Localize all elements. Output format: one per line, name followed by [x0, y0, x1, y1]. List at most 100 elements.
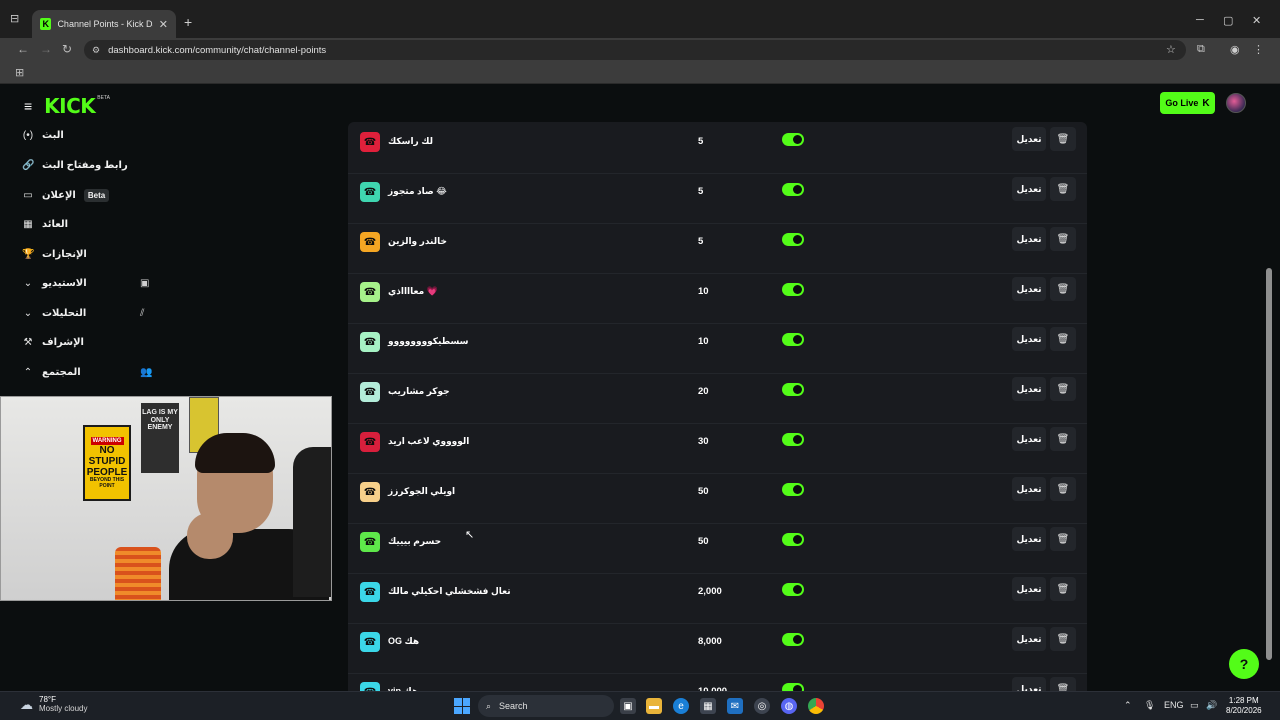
sidebar-item-label: العائد — [42, 218, 69, 230]
reward-enabled-toggle[interactable] — [782, 183, 804, 196]
delete-reward-button[interactable]: 🗑 — [1050, 127, 1076, 151]
kick-logo[interactable]: KICK — [44, 94, 96, 118]
reward-enabled-toggle[interactable] — [782, 483, 804, 496]
taskbar-clock[interactable]: 1:28 PM 8/20/2026 — [1226, 696, 1262, 717]
edge-icon[interactable]: e — [673, 698, 689, 714]
delete-reward-button[interactable]: 🗑 — [1050, 427, 1076, 451]
apps-grid-icon[interactable]: ⊞ — [15, 66, 24, 79]
delete-reward-button[interactable]: 🗑 — [1050, 577, 1076, 601]
hamburger-menu-icon[interactable]: ≡ — [24, 98, 32, 114]
tray-chevron-icon[interactable]: ⌃ — [1124, 700, 1132, 711]
sidebar-item-revenue[interactable]: ▦ العائد — [22, 214, 162, 234]
sidebar-item-ads[interactable]: ▭ الإعلان Beta — [22, 185, 162, 205]
delete-reward-button[interactable]: 🗑 — [1050, 627, 1076, 651]
close-window-button[interactable]: ✕ — [1252, 14, 1261, 27]
microphone-icon[interactable]: 🎙 — [1144, 700, 1155, 711]
reward-enabled-toggle[interactable] — [782, 433, 804, 446]
clock-date: 8/20/2026 — [1226, 706, 1262, 716]
edit-reward-button[interactable]: تعديل — [1012, 127, 1046, 151]
profile-icon[interactable]: ◉ — [1230, 43, 1240, 56]
chevron-up-icon: ⌃ — [23, 366, 33, 378]
reward-enabled-toggle[interactable] — [782, 383, 804, 396]
reward-enabled-toggle[interactable] — [782, 533, 804, 546]
user-avatar[interactable] — [1226, 93, 1246, 113]
file-explorer-icon[interactable]: ▬ — [646, 698, 662, 714]
beta-badge: Beta — [83, 188, 110, 202]
site-info-icon[interactable]: ⚙ — [92, 45, 100, 56]
chrome-icon[interactable] — [808, 698, 824, 714]
edit-reward-button[interactable]: تعديل — [1012, 227, 1046, 251]
bookmark-star-icon[interactable]: ☆ — [1166, 43, 1176, 56]
page-scrollbar[interactable] — [1266, 268, 1272, 660]
edit-reward-button[interactable]: تعديل — [1012, 477, 1046, 501]
edit-reward-button[interactable]: تعديل — [1012, 277, 1046, 301]
minimize-button[interactable]: ─ — [1196, 14, 1204, 26]
browser-tab-active[interactable]: K Channel Points - Kick Dashboard ✕ — [32, 10, 176, 38]
delete-reward-button[interactable]: 🗑 — [1050, 677, 1076, 691]
reward-enabled-toggle[interactable] — [782, 233, 804, 246]
link-icon: 🔗 — [22, 159, 35, 171]
revenue-icon: ▦ — [23, 218, 33, 230]
ad-icon: ▭ — [23, 189, 33, 201]
edit-reward-button[interactable]: تعديل — [1012, 627, 1046, 651]
tab-search-icon[interactable]: ⊟ — [10, 12, 28, 28]
edit-reward-button[interactable]: تعديل — [1012, 327, 1046, 351]
delete-reward-button[interactable]: 🗑 — [1050, 277, 1076, 301]
go-live-button[interactable]: Go Live K — [1160, 92, 1215, 114]
network-icon[interactable]: ▭ — [1190, 700, 1199, 711]
windows-start-icon[interactable] — [454, 698, 470, 714]
sidebar-item-stream[interactable]: (•) البث — [22, 125, 162, 145]
weather-widget[interactable]: ☁ 78°F Mostly cloudy — [20, 695, 87, 714]
logo-beta-badge: BETA — [97, 95, 110, 101]
edit-reward-button[interactable]: تعديل — [1012, 577, 1046, 601]
support-chat-button[interactable]: ? — [1229, 649, 1259, 679]
task-view-icon[interactable]: ▣ — [620, 698, 636, 714]
windows-taskbar: ☁ 78°F Mostly cloudy ⌕ Search ▣ ▬ e ▦ ✉ … — [0, 691, 1280, 720]
reward-row: ☎ لك راسكك 5 تعديل 🗑 — [348, 124, 1087, 174]
tab-close-icon[interactable]: ✕ — [159, 18, 168, 31]
taskbar-search[interactable]: ⌕ Search — [478, 695, 614, 717]
reward-enabled-toggle[interactable] — [782, 283, 804, 296]
back-arrow-icon[interactable]: ← — [17, 42, 29, 56]
forward-arrow-icon[interactable]: → — [40, 42, 52, 56]
sidebar-item-achievements[interactable]: 🏆 الإنجازات — [22, 244, 162, 264]
store-icon[interactable]: ▦ — [700, 698, 716, 714]
trash-icon: 🗑 — [1056, 633, 1070, 645]
reward-enabled-toggle[interactable] — [782, 133, 804, 146]
webcam-overlay: WARNING NO STUPID PEOPLE BEYOND THIS POI… — [0, 396, 332, 601]
delete-reward-button[interactable]: 🗑 — [1050, 377, 1076, 401]
sidebar-item-stream-key[interactable]: 🔗 رابط ومفتاح البث — [22, 155, 162, 175]
sidebar-item-analytics[interactable]: ⌄ التحليلات ⫽ — [22, 303, 162, 323]
volume-icon[interactable]: 🔊 — [1206, 700, 1217, 711]
edit-reward-button[interactable]: تعديل — [1012, 677, 1046, 691]
reward-enabled-toggle[interactable] — [782, 333, 804, 346]
sidebar-item-moderation[interactable]: ⚒ الإشراف — [22, 332, 162, 352]
extensions-icon[interactable]: ⧉ — [1197, 43, 1205, 56]
reward-enabled-toggle[interactable] — [782, 583, 804, 596]
tab-title: Channel Points - Kick Dashboard — [57, 19, 153, 29]
mail-icon[interactable]: ✉ — [727, 698, 743, 714]
delete-reward-button[interactable]: 🗑 — [1050, 477, 1076, 501]
app-icon[interactable]: ◎ — [754, 698, 770, 714]
delete-reward-button[interactable]: 🗑 — [1050, 527, 1076, 551]
delete-reward-button[interactable]: 🗑 — [1050, 227, 1076, 251]
reward-cost: 8,000 — [698, 636, 722, 647]
address-bar[interactable]: ⚙ dashboard.kick.com/community/chat/chan… — [84, 40, 1186, 60]
language-indicator[interactable]: ENG — [1164, 700, 1184, 710]
edit-reward-button[interactable]: تعديل — [1012, 427, 1046, 451]
delete-reward-button[interactable]: 🗑 — [1050, 327, 1076, 351]
new-tab-button[interactable]: + — [184, 14, 192, 30]
url-text[interactable]: dashboard.kick.com/community/chat/channe… — [108, 45, 326, 56]
maximize-button[interactable]: ▢ — [1223, 14, 1233, 27]
menu-dots-icon[interactable]: ⋮ — [1253, 43, 1264, 56]
edit-reward-button[interactable]: تعديل — [1012, 527, 1046, 551]
edit-reward-button[interactable]: تعديل — [1012, 377, 1046, 401]
discord-icon[interactable]: ◍ — [781, 698, 797, 714]
edit-reward-button[interactable]: تعديل — [1012, 177, 1046, 201]
sidebar-item-studio[interactable]: ⌄ الاستيديو ▣ — [22, 273, 162, 293]
delete-reward-button[interactable]: 🗑 — [1050, 177, 1076, 201]
reload-icon[interactable]: ↻ — [62, 42, 72, 56]
reward-enabled-toggle[interactable] — [782, 633, 804, 646]
reward-enabled-toggle[interactable] — [782, 683, 804, 691]
sidebar-item-community[interactable]: ⌃ المجتمع 👥 — [22, 362, 162, 382]
